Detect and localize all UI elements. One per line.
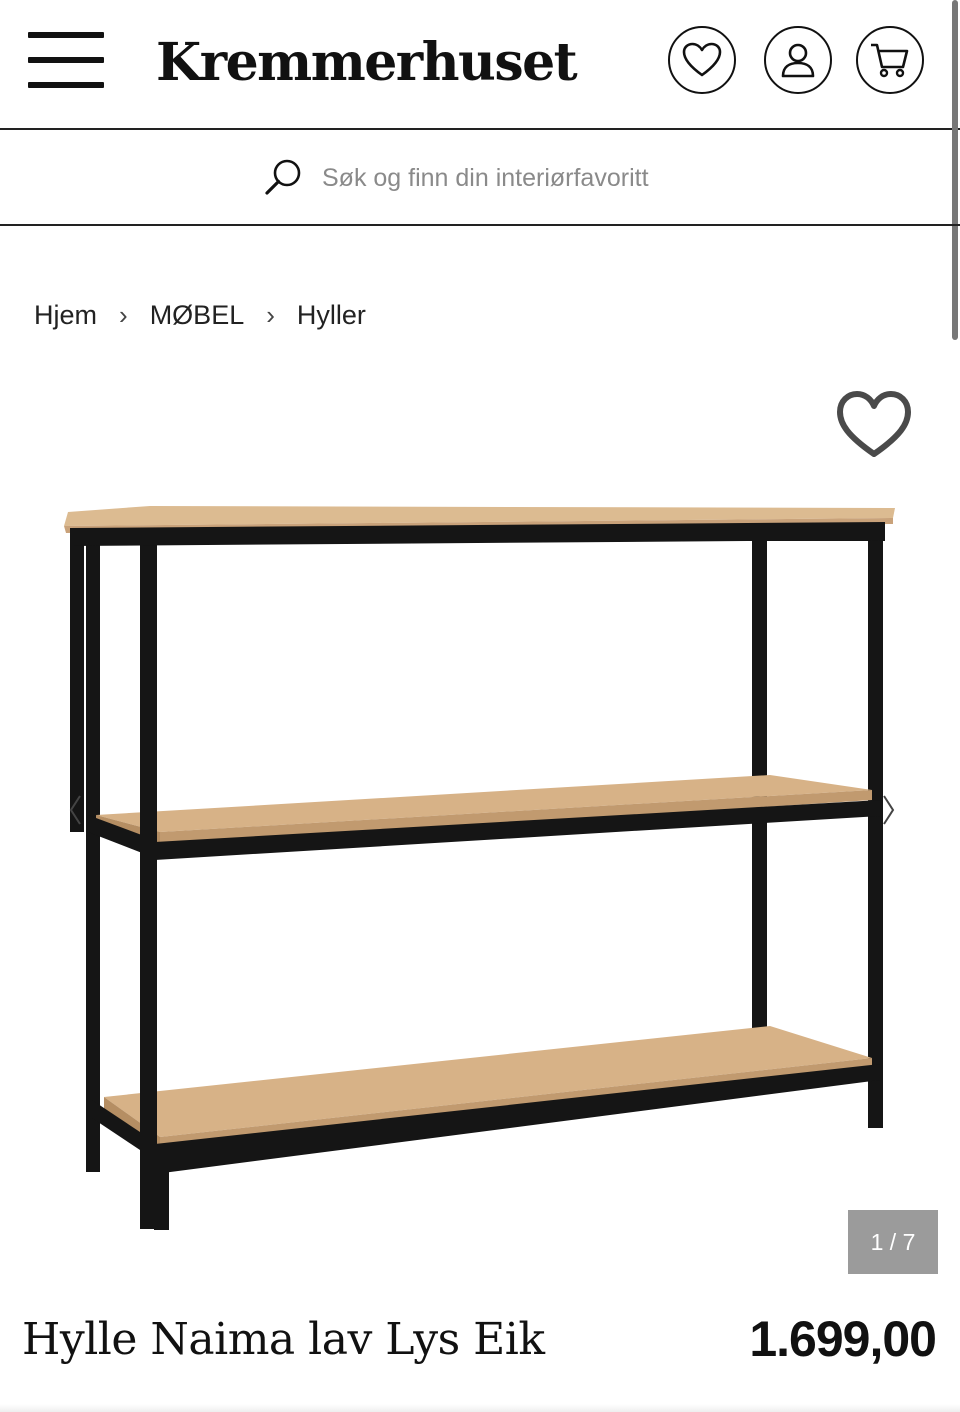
search-icon [265, 159, 301, 195]
cart-button[interactable] [856, 26, 924, 94]
divider [0, 1404, 960, 1412]
user-icon [781, 43, 815, 78]
product-price: 1.699,00 [749, 1311, 937, 1367]
add-to-favorites-button[interactable] [834, 386, 914, 466]
account-button[interactable] [764, 26, 832, 94]
product-image-gallery[interactable] [0, 370, 960, 1290]
cart-icon [871, 43, 909, 78]
heart-icon [682, 42, 722, 77]
chevron-left-icon[interactable] [66, 790, 86, 830]
breadcrumb-mobel[interactable]: MØBEL [150, 300, 245, 331]
heart-outline-icon [837, 391, 911, 457]
chevron-right-icon[interactable] [878, 790, 898, 830]
breadcrumb: Hjem › MØBEL › Hyller [34, 300, 366, 331]
search-input[interactable]: Søk og finn din interiørfavoritt [262, 156, 649, 200]
product-title: Hylle Naima lav Lys Eik [22, 1314, 545, 1365]
site-logo[interactable]: Kremmerhuset [156, 28, 578, 98]
breadcrumb-separator: › [266, 300, 275, 330]
image-counter: 1 / 7 [848, 1210, 938, 1274]
site-header: Kremmerhuset [0, 0, 960, 130]
hamburger-menu-icon[interactable] [28, 30, 106, 92]
breadcrumb-hyller[interactable]: Hyller [297, 300, 366, 331]
search-bar: Søk og finn din interiørfavoritt [0, 130, 960, 226]
search-placeholder: Søk og finn din interiørfavoritt [322, 163, 649, 192]
breadcrumb-separator: › [119, 300, 128, 330]
product-image [64, 506, 895, 1230]
wishlist-button[interactable] [668, 26, 736, 94]
breadcrumb-home[interactable]: Hjem [34, 300, 97, 331]
